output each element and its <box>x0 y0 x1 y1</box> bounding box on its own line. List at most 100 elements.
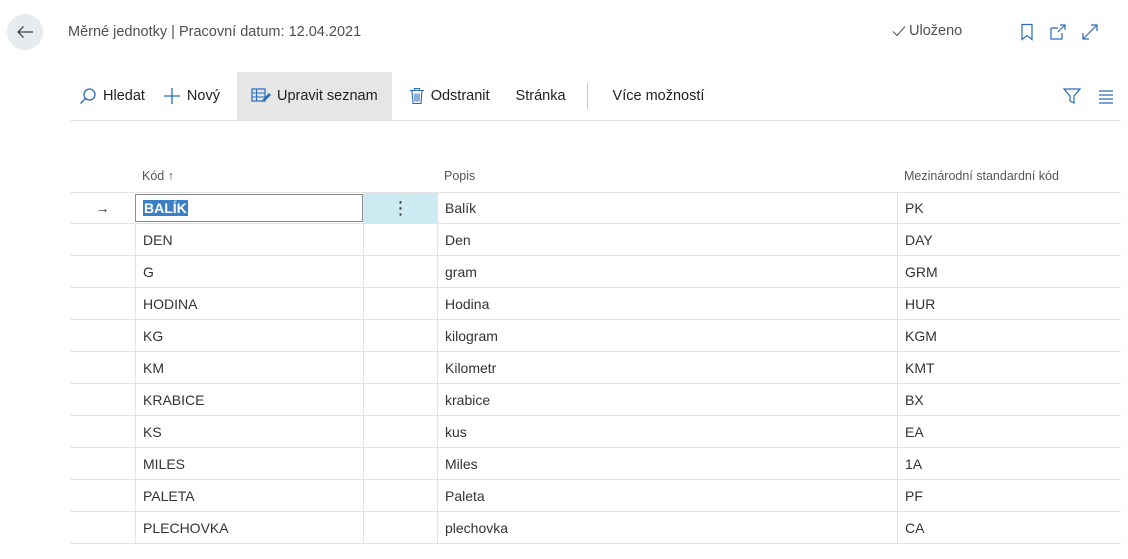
table-row[interactable]: KM Kilometr KMT <box>70 352 1121 384</box>
row-actions-cell <box>363 320 437 351</box>
row-indicator <box>70 224 135 255</box>
table-row[interactable]: → BALÍK ⋮ Balík PK <box>70 192 1121 224</box>
page-menu-button[interactable]: Stránka <box>507 72 575 120</box>
cell-code[interactable]: KG <box>135 320 363 351</box>
cell-code-value: MILES <box>143 455 186 472</box>
cell-description[interactable]: Balík <box>437 193 897 223</box>
row-actions-cell <box>363 480 437 511</box>
bookmark-icon[interactable] <box>1017 22 1037 42</box>
row-indicator <box>70 256 135 287</box>
edit-list-button[interactable]: Upravit seznam <box>236 72 392 120</box>
cell-intl-code[interactable]: HUR <box>897 288 1121 319</box>
row-actions-cell <box>363 256 437 287</box>
cell-description[interactable]: Kilometr <box>437 352 897 383</box>
row-indicator <box>70 416 135 447</box>
page-label: Stránka <box>515 88 566 104</box>
cell-intl-code[interactable]: KMT <box>897 352 1121 383</box>
row-actions-cell <box>363 224 437 255</box>
table-row[interactable]: HODINA Hodina HUR <box>70 288 1121 320</box>
cell-intl-code[interactable]: GRM <box>897 256 1121 287</box>
new-button[interactable]: Nový <box>154 72 229 120</box>
header-spacer <box>70 160 135 192</box>
cell-code[interactable]: DEN <box>135 224 363 255</box>
cell-intl-code[interactable]: 1A <box>897 448 1121 479</box>
table-row[interactable]: PLECHOVKA plechovka CA <box>70 512 1121 544</box>
table-row[interactable]: Ggram GRM <box>70 256 1121 288</box>
cell-description[interactable]: Miles <box>437 448 897 479</box>
delete-label: Odstranit <box>430 88 490 104</box>
row-actions-cell <box>363 352 437 383</box>
row-indicator <box>70 384 135 415</box>
filter-icon[interactable] <box>1063 87 1081 105</box>
row-actions-cell[interactable]: ⋮ <box>363 193 437 223</box>
table-row[interactable]: KS kus EA <box>70 416 1121 448</box>
expand-icon[interactable] <box>1080 22 1100 42</box>
table-row[interactable]: KG kilogram KGM <box>70 320 1121 352</box>
table-row[interactable]: PALETA Paleta PF <box>70 480 1121 512</box>
row-indicator <box>70 448 135 479</box>
cell-code[interactable]: KS <box>135 416 363 447</box>
new-label: Nový <box>186 88 220 104</box>
row-indicator <box>70 320 135 351</box>
cell-code-value: HODINA <box>143 295 198 312</box>
saved-label: Uloženo <box>909 23 963 39</box>
cell-code-value: G <box>143 263 154 280</box>
units-of-measure-table: Kód ↑ Popis Mezinárodní standardní kód →… <box>70 160 1121 544</box>
cell-code-value: BALÍK <box>143 200 188 216</box>
column-header-description[interactable]: Popis <box>437 160 897 192</box>
cell-description[interactable]: kilogram <box>437 320 897 351</box>
table-row[interactable]: DEN Den DAY <box>70 224 1121 256</box>
cell-code[interactable]: HODINA <box>135 288 363 319</box>
cell-description[interactable]: kus <box>437 416 897 447</box>
list-view-icon[interactable] <box>1097 87 1115 105</box>
cell-intl-code[interactable]: PF <box>897 480 1121 511</box>
cell-intl-code[interactable]: PK <box>897 193 1121 223</box>
table-row[interactable]: KRABICE krabice BX <box>70 384 1121 416</box>
cell-description[interactable]: krabice <box>437 384 897 415</box>
row-actions-icon[interactable]: ⋮ <box>392 199 410 217</box>
table-row[interactable]: MILES Miles 1A <box>70 448 1121 480</box>
cell-description[interactable]: gram <box>437 256 897 287</box>
cell-intl-code[interactable]: DAY <box>897 224 1121 255</box>
cell-code-value: PLECHOVKA <box>143 519 229 536</box>
cell-code[interactable]: PALETA <box>135 480 363 511</box>
cell-code[interactable]: MILES <box>135 448 363 479</box>
row-actions-cell <box>363 288 437 319</box>
more-options-button[interactable]: Více možností <box>604 72 714 120</box>
cell-description[interactable]: plechovka <box>437 512 897 543</box>
search-button[interactable]: Hledat <box>70 72 154 120</box>
cell-code-value: DEN <box>143 231 173 248</box>
column-header-code[interactable]: Kód ↑ <box>135 160 437 192</box>
saved-status: Uloženo <box>892 23 962 39</box>
cell-code[interactable]: KRABICE <box>135 384 363 415</box>
cell-intl-code[interactable]: BX <box>897 384 1121 415</box>
cell-intl-code[interactable]: KGM <box>897 320 1121 351</box>
delete-button[interactable]: Odstranit <box>400 72 499 120</box>
open-in-new-window-icon[interactable] <box>1048 22 1068 42</box>
cell-code[interactable]: G <box>135 256 363 287</box>
trash-icon <box>409 87 424 105</box>
edit-list-icon <box>251 88 271 102</box>
row-actions-cell <box>363 416 437 447</box>
row-indicator <box>70 480 135 511</box>
arrow-left-icon <box>17 26 33 38</box>
row-actions-cell <box>363 448 437 479</box>
more-options-label: Více možností <box>612 88 705 104</box>
cell-code-value: PALETA <box>143 487 195 504</box>
plus-icon <box>163 88 180 104</box>
search-icon <box>80 88 96 104</box>
toolbar-divider <box>586 83 588 109</box>
back-button[interactable] <box>7 14 43 50</box>
cell-code[interactable]: PLECHOVKA <box>135 512 363 543</box>
cell-code[interactable]: BALÍK <box>135 194 363 222</box>
table-body: → BALÍK ⋮ Balík PK DEN Den DAY Ggram GRM HODINA Hod… <box>70 192 1121 544</box>
cell-description[interactable]: Paleta <box>437 480 897 511</box>
cell-code[interactable]: KM <box>135 352 363 383</box>
row-indicator: → <box>70 193 135 223</box>
cell-description[interactable]: Hodina <box>437 288 897 319</box>
cell-description[interactable]: Den <box>437 224 897 255</box>
cell-code-value: KS <box>143 423 162 440</box>
cell-intl-code[interactable]: EA <box>897 416 1121 447</box>
cell-intl-code[interactable]: CA <box>897 512 1121 543</box>
column-header-intl-code[interactable]: Mezinárodní standardní kód <box>897 160 1121 192</box>
